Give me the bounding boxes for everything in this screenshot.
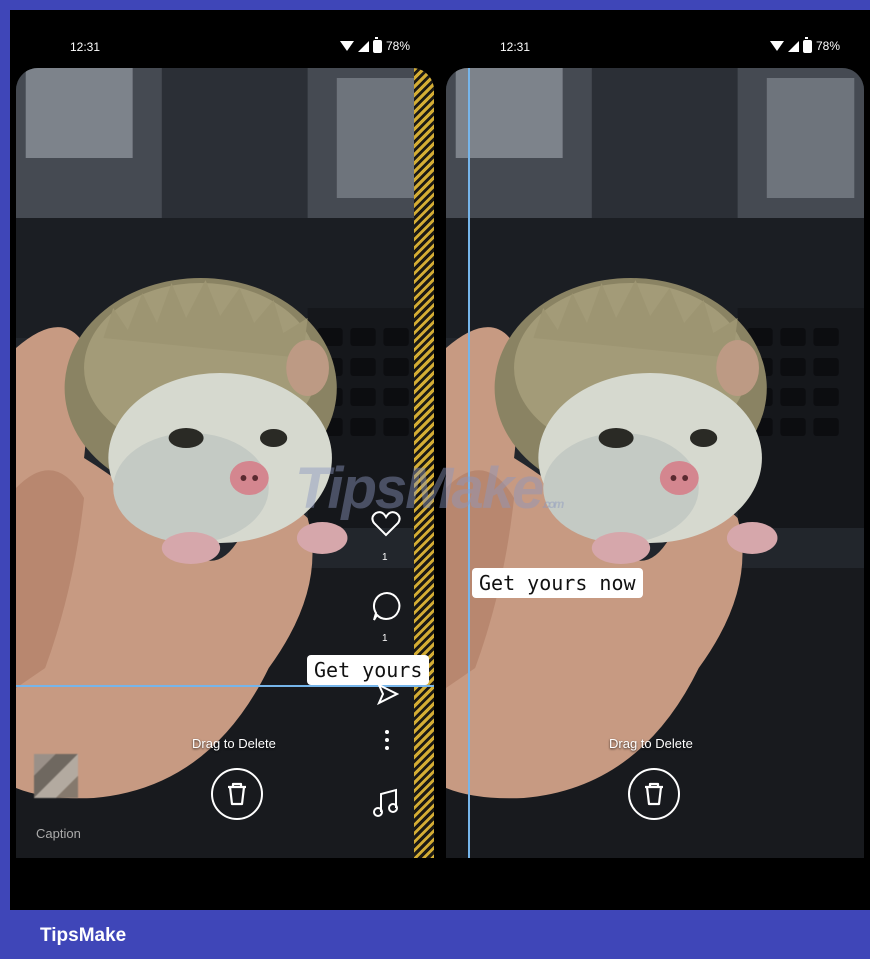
- battery-icon: [372, 36, 382, 53]
- alignment-guide-horizontal: [16, 685, 434, 687]
- media-thumbnail[interactable]: [34, 754, 78, 798]
- wifi-icon: [339, 41, 354, 51]
- screenshot-frame: 12:31 78% Get yours 1 1 Drag to Delete C…: [10, 10, 870, 910]
- likes-count: 1: [382, 552, 388, 563]
- status-icons: 78%: [769, 36, 840, 53]
- drag-to-delete-label: Drag to Delete: [609, 736, 693, 751]
- footer-brand: TipsMake: [40, 925, 127, 946]
- signal-icon: [787, 40, 799, 52]
- wifi-icon: [769, 41, 784, 51]
- watermark: TipsMake.com: [295, 456, 564, 521]
- text-sticker[interactable]: Get yours now: [472, 568, 643, 598]
- battery-icon: [802, 36, 812, 53]
- comments-count: 1: [382, 633, 388, 644]
- delete-zone[interactable]: [211, 768, 263, 820]
- signal-icon: [357, 40, 369, 52]
- comment-icon[interactable]: [371, 590, 403, 622]
- trash-icon: [645, 782, 663, 806]
- status-icons: 78%: [339, 36, 410, 53]
- status-time: 12:31: [500, 40, 531, 54]
- status-time: 12:31: [70, 40, 101, 54]
- more-icon[interactable]: [383, 728, 391, 752]
- text-sticker[interactable]: Get yours: [307, 655, 430, 685]
- trash-icon: [228, 782, 246, 806]
- delete-zone[interactable]: [628, 768, 680, 820]
- drag-to-delete-label: Drag to Delete: [192, 736, 276, 751]
- battery-percent: 78%: [815, 39, 840, 53]
- send-icon[interactable]: [377, 683, 399, 705]
- status-bar: 12:31 78%: [10, 10, 440, 68]
- status-bar: 12:31 78%: [440, 10, 870, 68]
- battery-percent: 78%: [385, 39, 410, 53]
- caption-placeholder[interactable]: Caption: [36, 826, 81, 841]
- music-icon[interactable]: [372, 788, 400, 818]
